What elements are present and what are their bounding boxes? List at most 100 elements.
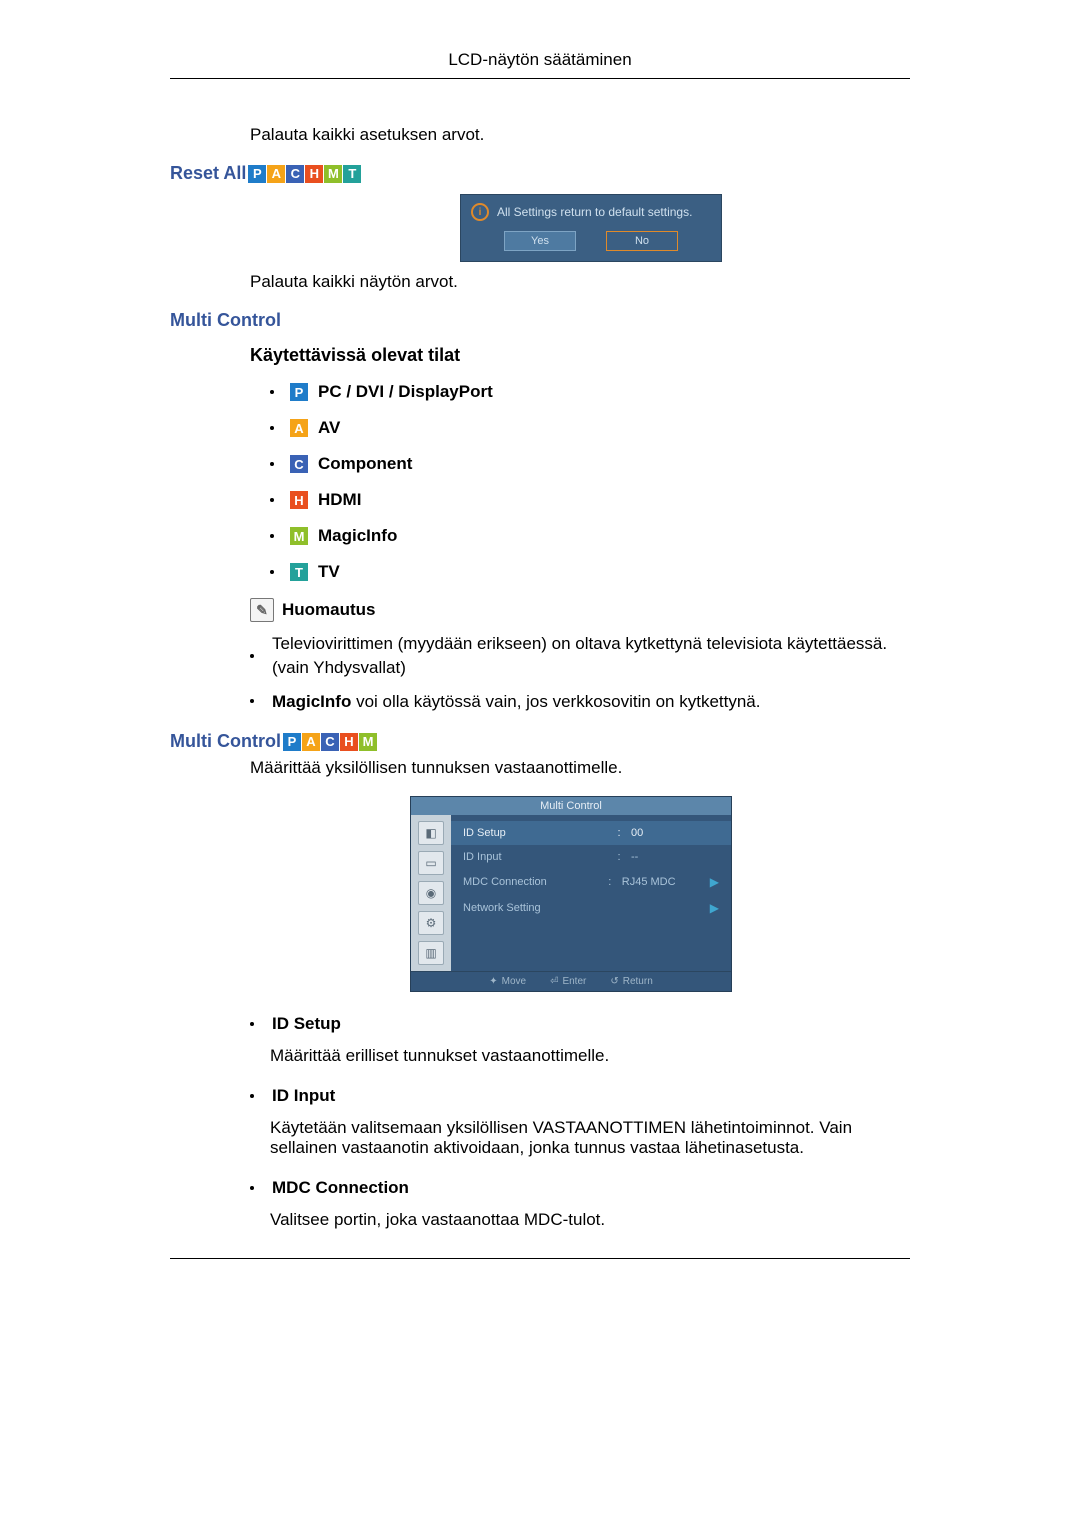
mode-list: P PC / DVI / DisplayPort A AV C Component HHDM… <box>270 382 910 582</box>
chevron-right-icon: ▶ <box>710 901 719 915</box>
note-list: Televiovirittimen (myydään erikseen) on … <box>250 632 910 713</box>
reset-all-label: Reset All <box>170 163 246 184</box>
mdc-connection-term: MDC Connection <box>272 1178 409 1197</box>
osd-title: Multi Control <box>411 797 731 815</box>
bullet-icon <box>270 390 274 394</box>
mode-label: MagicInfo <box>318 526 397 546</box>
c-icon: C <box>290 455 308 473</box>
multi-control2-mode-icons: P A C H M <box>283 733 377 751</box>
chevron-right-icon: ▶ <box>710 875 719 889</box>
bullet-icon <box>250 654 254 658</box>
note-icon: ✎ <box>250 598 274 622</box>
osd-row-value: -- <box>631 851 711 863</box>
c-icon: C <box>286 165 304 183</box>
list-item: P PC / DVI / DisplayPort <box>270 382 910 402</box>
note-text: Televiovirittimen (myydään erikseen) on … <box>272 632 910 680</box>
bullet-icon <box>270 534 274 538</box>
note-label: Huomautus <box>282 600 376 620</box>
multi-control-label: Multi Control <box>170 310 281 331</box>
multi-desc-text: Määrittää yksilöllisen tunnuksen vastaan… <box>250 758 910 778</box>
osd-row[interactable]: ID Input: -- <box>451 845 731 869</box>
bullet-icon <box>250 699 254 703</box>
c-icon: C <box>321 733 339 751</box>
definitions-list: MDC Connection <box>250 1176 910 1200</box>
osd-row-label: ID Input <box>463 851 607 863</box>
bullet-icon <box>250 1022 254 1026</box>
note-heading: ✎ Huomautus <box>250 598 910 622</box>
dialog-message: All Settings return to default settings. <box>497 205 692 219</box>
m-icon: M <box>359 733 377 751</box>
osd-row-value: 00 <box>631 827 711 839</box>
restore-display-text: Palauta kaikki näytön arvot. <box>250 272 910 292</box>
p-icon: P <box>283 733 301 751</box>
osd-side-icon-1: ◧ <box>418 821 444 845</box>
mode-label: AV <box>318 418 340 438</box>
available-modes-heading: Käytettävissä olevat tilat <box>250 345 910 366</box>
mode-label: TV <box>318 562 340 582</box>
mdc-desc: Valitsee portin, joka vastaanottaa MDC-t… <box>270 1210 910 1230</box>
list-item: MagicInfo voi olla käytössä vain, jos ve… <box>250 690 910 714</box>
list-item: C Component <box>270 454 910 474</box>
mode-label: Component <box>318 454 412 474</box>
id-input-desc: Käytetään valitsemaan yksilöllisen VASTA… <box>270 1118 910 1158</box>
t-icon: T <box>290 563 308 581</box>
id-input-term: ID Input <box>272 1086 335 1105</box>
a-icon: A <box>302 733 320 751</box>
bullet-icon <box>270 570 274 574</box>
osd-colon: : <box>615 851 623 863</box>
definitions-list: ID Setup <box>250 1012 910 1036</box>
osd-side-icon-5: ▥ <box>418 941 444 965</box>
bullet-icon <box>270 498 274 502</box>
list-item: T TV <box>270 562 910 582</box>
osd-panel: Multi Control ◧ ▭ ◉ ⚙ ▥ ID Setup:00ID In… <box>410 796 732 992</box>
m-icon: M <box>324 165 342 183</box>
mode-label: HDMI <box>318 490 361 510</box>
list-item: MDC Connection <box>250 1176 910 1200</box>
definitions-list: ID Input <box>250 1084 910 1108</box>
osd-side-icon-4: ⚙ <box>418 911 444 935</box>
osd-row[interactable]: MDC Connection:RJ45 MDC▶ <box>451 869 731 895</box>
osd-row-label: MDC Connection <box>463 876 598 888</box>
list-item: Televiovirittimen (myydään erikseen) on … <box>250 632 910 680</box>
h-icon: H <box>305 165 323 183</box>
reset-all-heading: Reset All P A C H M T <box>170 163 910 184</box>
list-item: A AV <box>270 418 910 438</box>
osd-side-icon-3: ◉ <box>418 881 444 905</box>
osd-row-label: ID Setup <box>463 827 607 839</box>
osd-side-icon-2: ▭ <box>418 851 444 875</box>
list-item: HHDMI <box>270 490 910 510</box>
multi-control2-label: Multi Control <box>170 731 281 752</box>
list-item: ID Setup <box>250 1012 910 1036</box>
reset-dialog: i All Settings return to default setting… <box>460 194 722 262</box>
osd-row[interactable]: Network Setting ▶ <box>451 895 731 921</box>
osd-footer-enter: ⏎ Enter <box>550 976 586 987</box>
osd-row[interactable]: ID Setup:00 <box>451 821 731 845</box>
id-setup-desc: Määrittää erilliset tunnukset vastaanott… <box>270 1046 910 1066</box>
h-icon: H <box>340 733 358 751</box>
osd-row-label: Network Setting <box>463 902 598 914</box>
footer-rule <box>170 1258 910 1259</box>
bullet-icon <box>270 462 274 466</box>
dialog-no-button[interactable]: No <box>606 231 678 251</box>
a-icon: A <box>290 419 308 437</box>
restore-settings-text: Palauta kaikki asetuksen arvot. <box>250 125 910 145</box>
p-icon: P <box>290 383 308 401</box>
note-text: MagicInfo voi olla käytössä vain, jos ve… <box>272 690 910 714</box>
m-icon: M <box>290 527 308 545</box>
mode-label: PC / DVI / DisplayPort <box>318 382 493 402</box>
list-item: ID Input <box>250 1084 910 1108</box>
osd-colon: : <box>615 827 623 839</box>
dialog-yes-button[interactable]: Yes <box>504 231 576 251</box>
list-item: M MagicInfo <box>270 526 910 546</box>
bullet-icon <box>270 426 274 430</box>
bullet-icon <box>250 1186 254 1190</box>
osd-colon: : <box>606 876 614 888</box>
osd-footer: ✦ Move ⏎ Enter ↺ Return <box>411 971 731 991</box>
p-icon: P <box>248 165 266 183</box>
osd-footer-return: ↺ Return <box>610 976 652 987</box>
osd-side-icons: ◧ ▭ ◉ ⚙ ▥ <box>411 815 451 971</box>
osd-rows: ID Setup:00ID Input:--MDC Connection:RJ4… <box>451 815 731 971</box>
osd-footer-move: ✦ Move <box>489 976 526 987</box>
a-icon: A <box>267 165 285 183</box>
multi-control-heading: Multi Control <box>170 310 910 331</box>
